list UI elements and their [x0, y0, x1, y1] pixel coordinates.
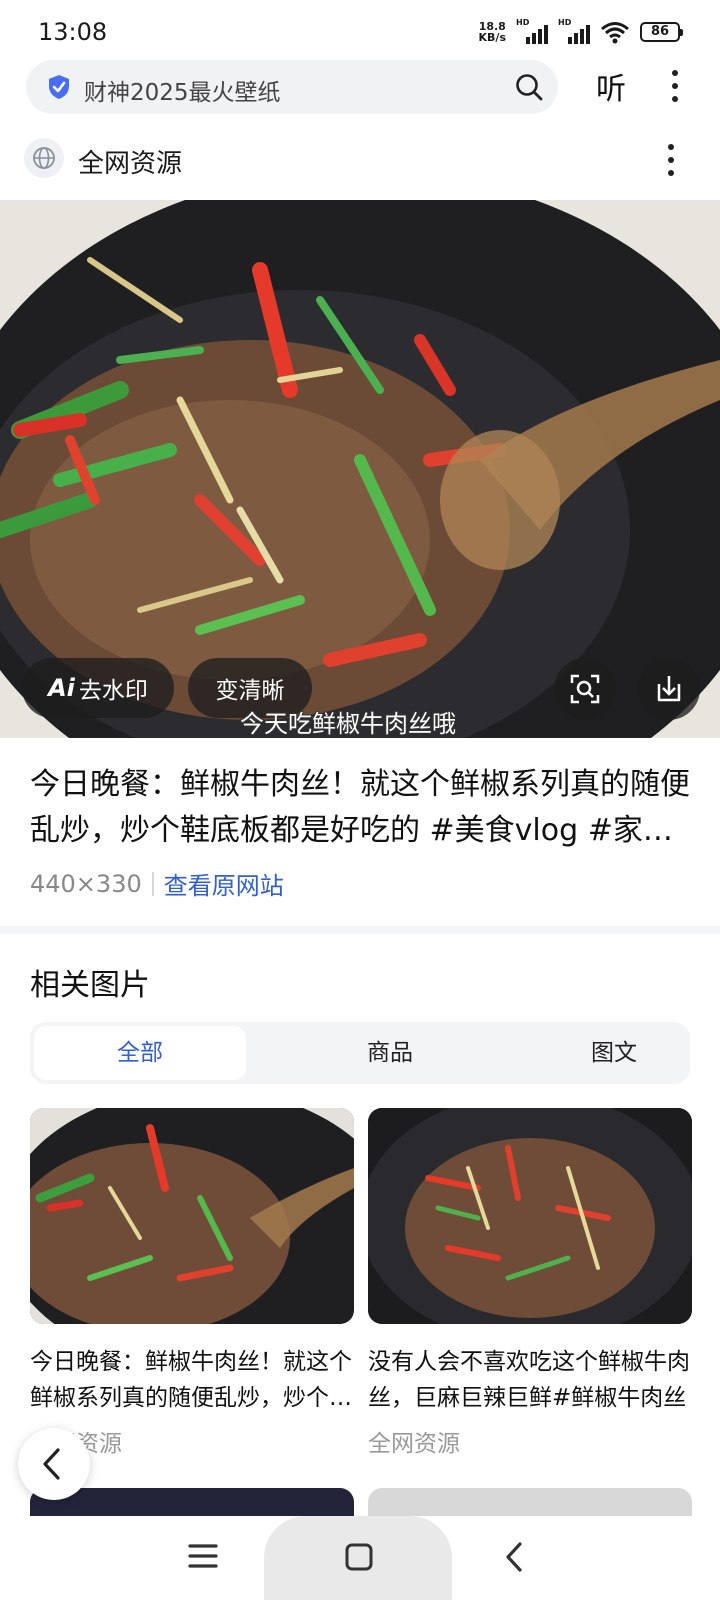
result-title[interactable]: 今日晚餐：鲜椒牛肉丝！就这个鲜椒系列真的随便乱炒，炒个鞋底板都是好吃的 #美食v…: [30, 762, 698, 854]
section-divider: [0, 926, 720, 934]
back-icon[interactable]: [500, 1540, 530, 1574]
search-icon[interactable]: [514, 72, 544, 102]
shield-check-icon: [49, 75, 69, 99]
result-meta: 440×330 查看原网站: [30, 866, 284, 901]
tab-graphic[interactable]: 图文: [508, 1026, 720, 1080]
related-card-source: 全网资源: [368, 1431, 460, 1457]
listen-button[interactable]: 听: [596, 64, 626, 108]
network-speed: 18.8 KB/s: [479, 21, 506, 43]
related-card-title: 没有人会不喜欢吃这个鲜椒牛肉丝，巨麻巨辣巨鲜#鲜椒牛肉丝: [368, 1349, 690, 1411]
image-caption: 今天吃鲜椒牛肉丝哦: [240, 710, 456, 738]
signal-sim2-icon: HD: [558, 18, 590, 44]
globe-icon: [24, 138, 64, 178]
image-search-result-page: 13:08 18.8 KB/s HD HD 86 财神2025最火壁纸 听 全网…: [0, 0, 720, 1600]
related-thumbnail[interactable]: [30, 1108, 354, 1324]
home-icon[interactable]: [344, 1542, 374, 1572]
related-heading: 相关图片: [30, 968, 150, 1003]
network-speed-unit: KB/s: [478, 31, 506, 44]
visual-search-button[interactable]: [554, 658, 616, 720]
signal-sim1-icon: HD: [516, 18, 548, 44]
download-button[interactable]: [638, 658, 700, 720]
source-row: 全网资源: [0, 128, 720, 194]
related-card-title: 今日晚餐：鲜椒牛肉丝！就这个鲜椒系列真的随便乱炒，炒个鞋底板都是好吃的: [30, 1349, 352, 1411]
system-nav-bar: [0, 1516, 720, 1600]
remove-watermark-label: 去水印: [78, 678, 148, 704]
image-size: 440×330: [30, 869, 142, 898]
related-card[interactable]: 没有人会不喜欢吃这个鲜椒牛肉丝，巨麻巨辣巨鲜#鲜椒牛肉丝 全网资源: [368, 1108, 692, 1458]
tab-all[interactable]: 全部: [34, 1026, 246, 1080]
back-button[interactable]: [18, 1428, 90, 1500]
battery-icon: 86: [640, 22, 683, 42]
search-input[interactable]: 财神2025最火壁纸: [84, 73, 281, 107]
status-bar: 13:08 18.8 KB/s HD HD 86: [0, 0, 720, 60]
more-menu-icon[interactable]: [660, 66, 690, 106]
download-icon: [657, 676, 681, 702]
ai-icon: Ai: [48, 674, 75, 702]
status-icons: 18.8 KB/s HD HD 86: [479, 18, 683, 46]
source-more-icon[interactable]: [656, 141, 686, 179]
status-time: 13:08: [38, 18, 108, 46]
lens-scan-icon: [570, 674, 600, 704]
remove-watermark-button[interactable]: Ai 去水印: [22, 658, 174, 718]
related-tabs: 全部 商品 图文: [30, 1022, 690, 1084]
meta-divider: [151, 871, 154, 896]
related-thumbnail[interactable]: [368, 1108, 692, 1324]
tab-goods[interactable]: 商品: [284, 1026, 496, 1080]
source-label: 全网资源: [78, 149, 183, 179]
chevron-left-icon: [43, 1448, 60, 1480]
view-source-link[interactable]: 查看原网站: [164, 866, 284, 901]
related-card[interactable]: 今日晚餐：鲜椒牛肉丝！就这个鲜椒系列真的随便乱炒，炒个鞋底板都是好吃的 全网资源: [30, 1108, 354, 1458]
menu-icon[interactable]: [186, 1538, 220, 1574]
search-bar[interactable]: 财神2025最火壁纸: [26, 60, 558, 114]
wifi-icon: [601, 22, 629, 44]
